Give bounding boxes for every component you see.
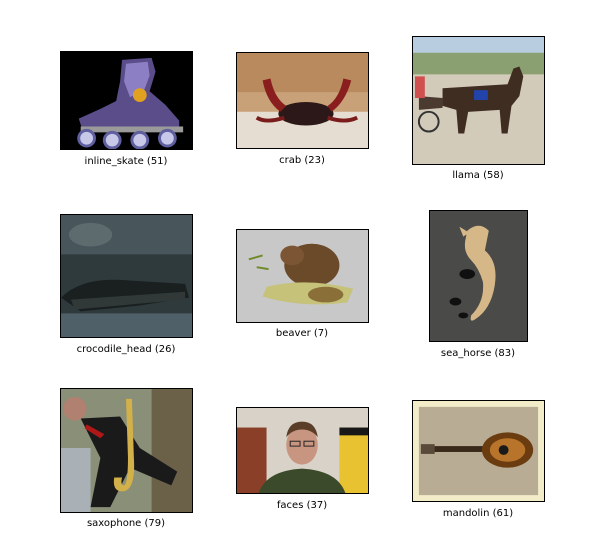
crocodile-head-image xyxy=(60,214,193,338)
inline-skate-image xyxy=(60,51,193,150)
caption-llama: llama (58) xyxy=(452,170,504,181)
caption-mandolin: mandolin (61) xyxy=(442,508,514,519)
crab-image xyxy=(236,52,369,149)
llama-image xyxy=(412,36,545,165)
caption-crab: crab (23) xyxy=(279,155,325,166)
beaver-image xyxy=(236,229,369,323)
caption-beaver: beaver (7) xyxy=(275,328,329,339)
caption-sea-horse: sea_horse (83) xyxy=(440,348,516,359)
caption-crocodile-head: crocodile_head (26) xyxy=(76,344,176,355)
caption-saxophone: saxophone (79) xyxy=(86,518,166,529)
face-image xyxy=(236,407,369,494)
caption-inline-skate: inline_skate (51) xyxy=(84,156,168,167)
caption-faces: faces (37) xyxy=(276,500,328,511)
saxophone-image xyxy=(60,388,193,513)
mandolin-image xyxy=(412,400,545,502)
sea-horse-image xyxy=(429,210,528,342)
